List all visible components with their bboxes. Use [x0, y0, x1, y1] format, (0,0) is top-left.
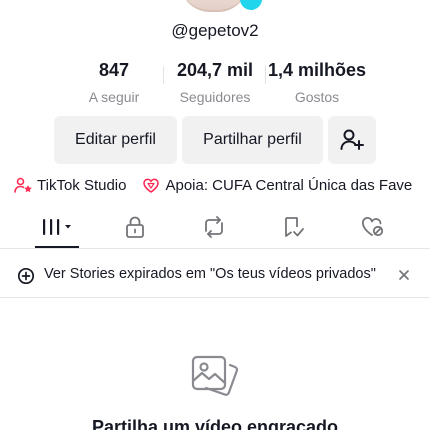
username: @gepetov2	[171, 21, 259, 40]
stat-likes[interactable]: 1,4 milhões Gostos	[262, 60, 372, 105]
profile-links: TikTok Studio Apoia: CUFA Central Única …	[14, 176, 412, 194]
edit-profile-button[interactable]: Editar perfil	[54, 116, 177, 164]
followers-label: Seguidores	[179, 89, 251, 105]
tab-reposts[interactable]	[184, 206, 244, 248]
tab-favorites[interactable]	[263, 206, 323, 248]
stats-row: 847 A seguir 204,7 mil Seguidores 1,4 mi…	[66, 60, 386, 108]
photos-icon	[191, 355, 239, 396]
following-count: 847	[98, 60, 130, 80]
support-link[interactable]: Apoia: CUFA Central Única das Fave	[142, 177, 412, 194]
tab-liked[interactable]	[343, 206, 403, 248]
grid-bars-icon	[43, 219, 71, 235]
close-icon[interactable]	[397, 268, 411, 282]
heart-gem-icon	[143, 178, 160, 193]
likes-label: Gostos	[294, 89, 340, 105]
avatar-image	[180, 0, 248, 12]
lock-icon	[126, 216, 144, 238]
stat-divider	[163, 66, 164, 84]
heart-hidden-icon	[362, 217, 384, 237]
avatar[interactable]	[180, 0, 262, 12]
avatar-badge-icon[interactable]	[240, 0, 262, 10]
story-plus-icon	[17, 267, 35, 285]
stat-following[interactable]: 847 A seguir	[76, 60, 152, 105]
tab-active-indicator	[35, 246, 79, 248]
expired-stories-banner[interactable]: Ver Stories expirados em "Os teus vídeos…	[0, 253, 430, 298]
tab-videos[interactable]	[27, 206, 87, 248]
add-user-icon	[340, 129, 364, 150]
tiktok-studio-label: TikTok Studio	[37, 176, 127, 194]
likes-count: 1,4 milhões	[267, 60, 367, 80]
repost-icon	[205, 216, 223, 238]
empty-state-title: Partilha um vídeo engraçado	[91, 417, 339, 430]
person-star-icon	[14, 177, 32, 193]
followers-count: 204,7 mil	[176, 60, 254, 80]
profile-tabs	[0, 206, 430, 249]
share-profile-button[interactable]: Partilhar perfil	[182, 116, 323, 164]
stat-followers[interactable]: 204,7 mil Seguidores	[166, 60, 264, 105]
tiktok-studio-link[interactable]: TikTok Studio	[14, 177, 126, 194]
tab-private[interactable]	[105, 206, 165, 248]
profile-page: @gepetov2 847 A seguir 204,7 mil Seguido…	[0, 0, 430, 430]
bookmark-icon	[285, 217, 304, 237]
following-label: A seguir	[88, 89, 140, 105]
banner-text: Ver Stories expirados em "Os teus vídeos…	[44, 266, 376, 282]
support-label: Apoia: CUFA Central Única das Fave	[165, 176, 413, 194]
add-friend-button[interactable]	[328, 116, 376, 164]
